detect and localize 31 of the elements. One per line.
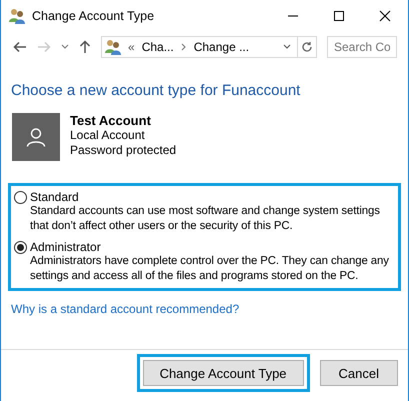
- radio-label[interactable]: Administrator: [30, 240, 101, 254]
- person-icon: [26, 127, 46, 147]
- account-detail: Password protected: [70, 143, 176, 158]
- dialog-button[interactable]: Cancel: [320, 360, 398, 386]
- address-bar[interactable]: « Cha... Change ...: [101, 36, 298, 58]
- close-icon[interactable]: [379, 10, 391, 22]
- users-icon: [105, 39, 121, 55]
- radio-button[interactable]: [14, 240, 27, 254]
- chevron-down-icon[interactable]: [283, 44, 291, 50]
- dialog-button[interactable]: Change Account Type: [142, 360, 304, 386]
- window-title: Change Account Type: [32, 9, 154, 23]
- account-detail: Local Account: [70, 128, 146, 143]
- account-name: Test Account: [70, 113, 152, 128]
- refresh-icon: [301, 41, 313, 53]
- back-arrow-icon[interactable]: [13, 41, 27, 53]
- refresh-button[interactable]: [297, 36, 317, 58]
- breadcrumb-prefix[interactable]: «: [128, 40, 135, 54]
- maximize-icon[interactable]: [333, 10, 345, 22]
- search-field[interactable]: Search Co: [327, 36, 397, 58]
- option-description: Standard accounts can use most software and change system settings that don’t affect other users or the security of this PC.: [30, 204, 381, 234]
- help-link[interactable]: Why is a standard account recommended?: [11, 302, 240, 316]
- chevron-down-icon[interactable]: [61, 44, 69, 50]
- users-icon: [9, 8, 25, 24]
- breadcrumb-item[interactable]: Cha...: [142, 40, 174, 54]
- page-heading: Choose a new account type for Funaccount: [11, 82, 302, 99]
- breadcrumb-item[interactable]: Change ...: [194, 40, 250, 54]
- up-arrow-icon[interactable]: [79, 40, 91, 54]
- option-description: Administrators have complete control over the PC. They can change any settings and access all of the files and programs stored on the PC.: [30, 254, 390, 284]
- radio-label[interactable]: Standard: [30, 190, 79, 204]
- chevron-right-icon: [180, 43, 187, 51]
- radio-button[interactable]: [14, 190, 27, 204]
